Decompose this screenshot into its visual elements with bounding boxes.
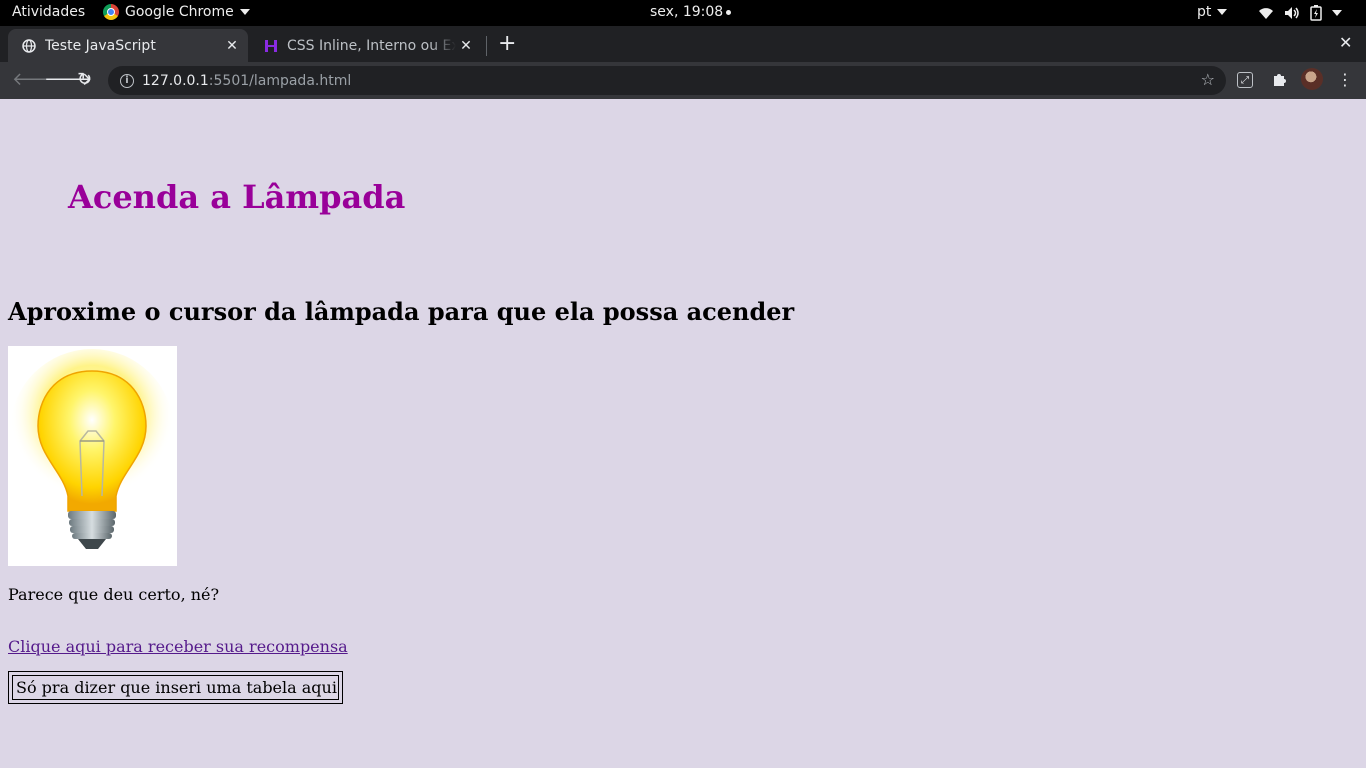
clock[interactable]: sex, 19:08 (650, 4, 732, 20)
notification-dot-icon (726, 9, 732, 15)
wifi-icon (1259, 8, 1273, 19)
app-name: Google Chrome (125, 4, 234, 20)
battery-icon (1310, 5, 1322, 21)
table-cell: Só pra dizer que inseri uma tabela aqui (12, 675, 339, 700)
extensions-puzzle-icon[interactable] (1269, 70, 1289, 90)
window-close-icon[interactable]: ✕ (1339, 33, 1352, 52)
tab-teste-javascript[interactable]: Teste JavaScript ✕ (8, 29, 248, 62)
tab-title: Teste JavaScript (45, 37, 156, 54)
globe-icon (21, 38, 37, 54)
page-title: Acenda a Lâmpada (68, 178, 406, 216)
tab-separator (486, 36, 487, 56)
tab-strip: Teste JavaScript ✕ CSS Inline, Interno o… (0, 26, 1366, 62)
lightbulb-image[interactable] (8, 346, 177, 566)
activities-button[interactable]: Atividades (12, 4, 85, 20)
more-menu-icon[interactable]: ⋮ (1337, 70, 1353, 89)
profile-avatar[interactable] (1301, 68, 1323, 90)
volume-icon (1285, 7, 1299, 19)
language-selector[interactable]: pt (1197, 4, 1228, 20)
page-content: Acenda a Lâmpada Aproxime o cursor da lâ… (0, 99, 1366, 768)
chevron-down-icon (239, 9, 250, 15)
language-label: pt (1197, 4, 1212, 20)
bookmark-star-icon[interactable]: ☆ (1201, 70, 1215, 89)
status-text: Parece que deu certo, né? (8, 585, 220, 604)
app-menu[interactable]: Google Chrome (103, 4, 250, 20)
tab-css-inline[interactable]: CSS Inline, Interno ou Externo ✕ (250, 29, 482, 62)
site-info-icon[interactable]: i (120, 73, 134, 88)
close-tab-icon[interactable]: ✕ (222, 38, 242, 54)
sample-table: Só pra dizer que inseri uma tabela aqui (8, 671, 343, 704)
extension-icon[interactable]: ⤢ (1237, 72, 1253, 88)
new-tab-button[interactable]: + (498, 31, 516, 56)
browser-toolbar: 🡐 🡒 ↻ i 127.0.0.1:5501/lampada.html ☆ ⤢ … (0, 62, 1366, 99)
close-tab-icon[interactable]: ✕ (456, 38, 476, 54)
clock-text: sex, 19:08 (650, 4, 724, 20)
system-top-bar: Atividades Google Chrome sex, 19:08 pt (0, 0, 1366, 26)
chevron-down-icon (1332, 10, 1342, 16)
tab-title: CSS Inline, Interno ou Externo (287, 37, 456, 54)
url-text: 127.0.0.1:5501/lampada.html (142, 72, 352, 89)
reward-link[interactable]: Clique aqui para receber sua recompensa (8, 637, 348, 656)
system-status-menu[interactable] (1258, 5, 1342, 21)
table-row: Só pra dizer que inseri uma tabela aqui (12, 675, 339, 700)
page-subtitle: Aproxime o cursor da lâmpada para que el… (8, 297, 795, 326)
chevron-down-icon (1217, 9, 1228, 15)
h-logo-icon (263, 38, 279, 54)
chrome-icon (103, 4, 119, 20)
address-bar[interactable]: i 127.0.0.1:5501/lampada.html ☆ (108, 66, 1226, 95)
reload-button[interactable]: ↻ (77, 69, 92, 90)
